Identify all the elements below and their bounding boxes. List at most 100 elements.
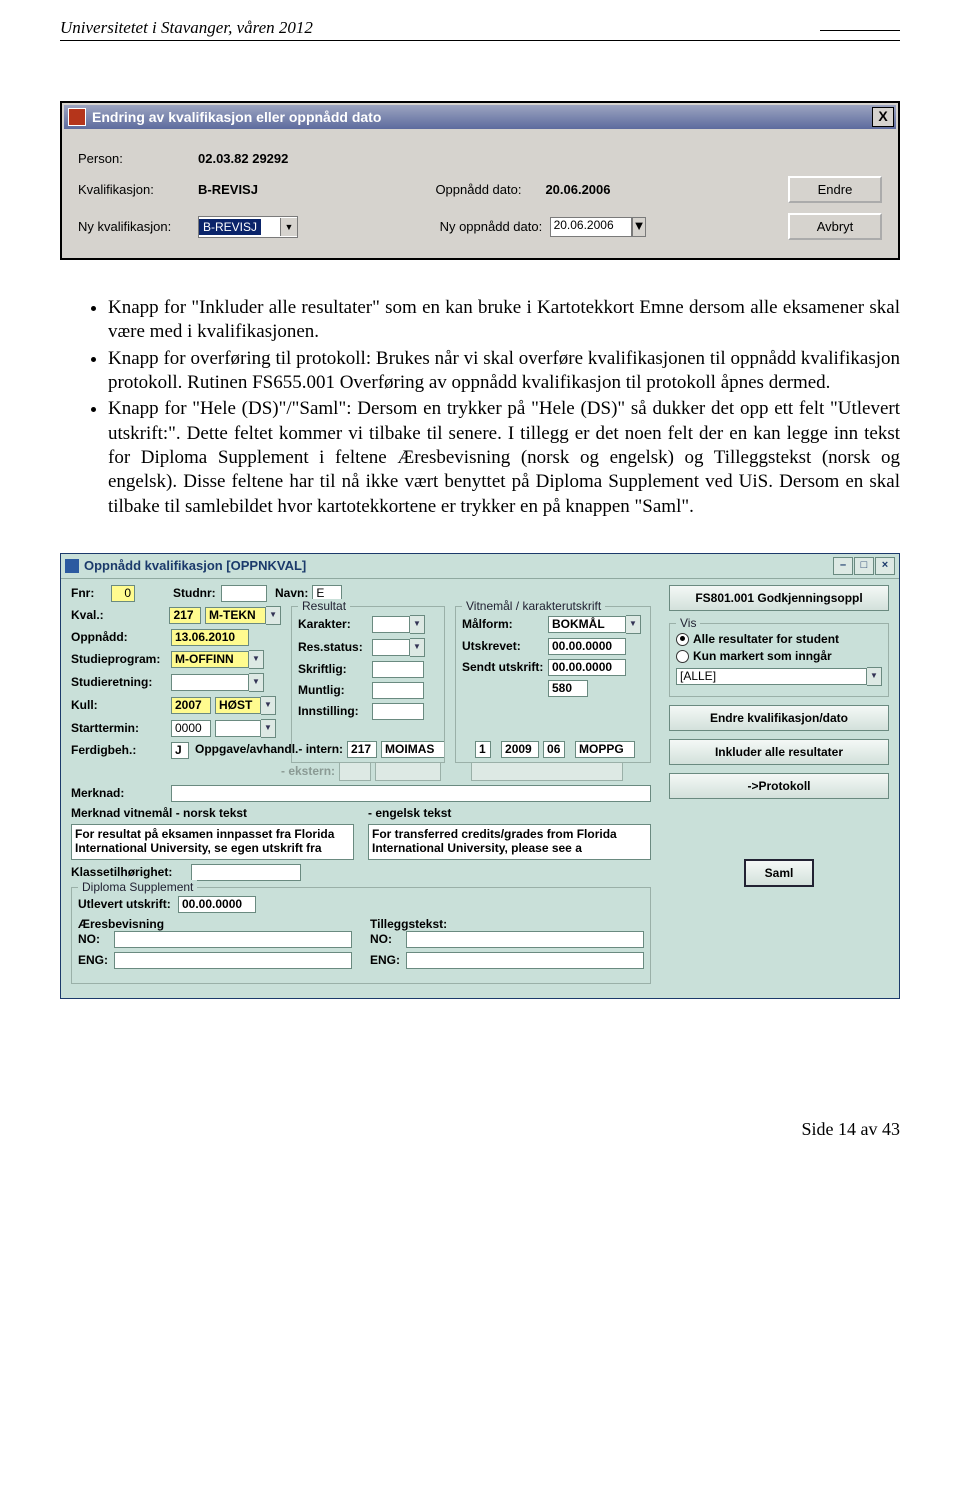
avbryt-button[interactable]: Avbryt: [788, 213, 882, 240]
chevron-down-icon[interactable]: ▼: [249, 650, 264, 669]
ekstern-input-1: [339, 762, 371, 781]
utlevert-label: Utlevert utskrift:: [78, 897, 178, 911]
oppnadd-label: Oppnådd:: [71, 630, 171, 644]
protokoll-button[interactable]: ->Protokoll: [669, 773, 889, 799]
radio-kun[interactable]: Kun markert som inngår: [676, 649, 882, 663]
endre-kval-button[interactable]: Endre kvalifikasjon/dato: [669, 705, 889, 731]
starttermin-input[interactable]: 0000: [171, 720, 211, 737]
fnr-input[interactable]: 0: [111, 585, 135, 602]
num-input[interactable]: 580: [548, 680, 588, 697]
alle-input[interactable]: [ALLE]: [676, 668, 867, 685]
merknad-input[interactable]: [171, 785, 651, 802]
utlevert-input[interactable]: 00.00.0000: [178, 896, 256, 913]
tillegg-no-input[interactable]: [406, 931, 644, 948]
chevron-down-icon[interactable]: ▼: [249, 673, 264, 692]
merknad-engelsk-textarea[interactable]: For transferred credits/grades from Flor…: [368, 824, 651, 860]
chevron-down-icon[interactable]: ▼: [266, 606, 281, 625]
ekstern-input-3: [471, 762, 623, 781]
starttermin-input-2[interactable]: [215, 720, 261, 737]
person-label: Person:: [78, 151, 198, 166]
ferdigbeh-input[interactable]: J: [171, 742, 189, 759]
nykval-combo[interactable]: B-REVISJ ▼: [198, 216, 298, 238]
saml-button[interactable]: Saml: [744, 859, 814, 887]
no-label-2: NO:: [370, 932, 406, 946]
studieretning-input[interactable]: [171, 674, 249, 691]
studnr-input[interactable]: [221, 585, 267, 602]
muntlig-input[interactable]: [372, 682, 424, 699]
chevron-down-icon[interactable]: ▼: [410, 615, 425, 634]
radio-alle[interactable]: Alle resultater for student: [676, 632, 882, 646]
diploma-group: Diploma Supplement Utlevert utskrift:00.…: [71, 887, 651, 984]
inkluder-button[interactable]: Inkluder alle resultater: [669, 739, 889, 765]
fs801-button[interactable]: FS801.001 Godkjenningsoppl: [669, 585, 889, 611]
sendtutskrift-input[interactable]: 00.00.0000: [548, 659, 626, 676]
chevron-down-icon[interactable]: ▼: [261, 719, 276, 738]
app-icon: [68, 108, 86, 126]
aeres-eng-input[interactable]: [114, 952, 352, 969]
endre-button[interactable]: Endre: [788, 176, 882, 203]
klasse-input[interactable]: [191, 864, 301, 881]
tillegg-eng-input[interactable]: [406, 952, 644, 969]
nykval-label: Ny kvalifikasjon:: [78, 219, 198, 234]
merknad-norsk-textarea[interactable]: For resultat på eksamen innpasset fra Fl…: [71, 824, 354, 860]
merknad-label: Merknad:: [71, 786, 171, 800]
skriftlig-label: Skriftlig:: [298, 662, 372, 676]
resstatus-input[interactable]: [372, 639, 410, 656]
kval-input-1[interactable]: 217: [169, 607, 201, 624]
eng-label: ENG:: [78, 953, 114, 967]
bullet-3: Knapp for "Hele (DS)"/"Saml": Dersom en …: [108, 397, 900, 519]
karakter-input[interactable]: [372, 616, 410, 633]
aeres-label: Æresbevisning: [78, 917, 352, 931]
ekstern-input-2: [375, 762, 441, 781]
kval-input-2[interactable]: M-TEKN: [205, 607, 266, 624]
app-icon: [65, 559, 79, 573]
nyoppdato-label: Ny oppnådd dato:: [440, 219, 550, 234]
dialog-title: Endring av kvalifikasjon eller oppnådd d…: [92, 109, 381, 125]
diploma-legend: Diploma Supplement: [78, 880, 197, 894]
oppdato-value: 20.06.2006: [545, 182, 610, 197]
skriftlig-input[interactable]: [372, 661, 424, 678]
vitnemal-group: Vitnemål / karakterutskrift Målform:BOKM…: [455, 606, 651, 763]
utskrevet-input[interactable]: 00.00.0000: [548, 638, 626, 655]
no-label: NO:: [78, 932, 114, 946]
fnr-label: Fnr:: [71, 586, 111, 600]
close-button[interactable]: ×: [875, 557, 895, 575]
chevron-down-icon[interactable]: ▼: [867, 667, 882, 686]
close-button[interactable]: X: [872, 107, 894, 127]
body-text: Knapp for "Inkluder alle resultater" som…: [60, 296, 900, 519]
dialog-oppnkval: Oppnådd kvalifikasjon [OPPNKVAL] – □ × F…: [60, 553, 900, 999]
klasse-label: Klassetilhørighet:: [71, 865, 191, 879]
malform-input[interactable]: BOKMÅL: [548, 616, 626, 633]
resultat-group: Resultat Karakter:▼ Res.status:▼ Skriftl…: [291, 606, 445, 763]
minimize-button[interactable]: –: [833, 557, 853, 575]
studieprogram-input[interactable]: M-OFFINN: [171, 651, 249, 668]
page-footer: Side 14 av 43: [60, 1119, 900, 1146]
merknad-norsk-label: Merknad vitnemål - norsk tekst: [71, 806, 354, 820]
kval-value: B-REVISJ: [198, 182, 258, 197]
chevron-down-icon[interactable]: ▼: [632, 217, 647, 237]
studieretning-label: Studieretning:: [71, 675, 171, 689]
vis-group: Vis Alle resultater for student Kun mark…: [669, 623, 889, 698]
bullet-1: Knapp for "Inkluder alle resultater" som…: [108, 296, 900, 345]
oppdato-label: Oppnådd dato:: [435, 182, 545, 197]
chevron-down-icon[interactable]: ▼: [626, 615, 641, 634]
kull-input-2[interactable]: HØST: [215, 697, 261, 714]
maximize-button[interactable]: □: [854, 557, 874, 575]
oppnadd-input[interactable]: 13.06.2010: [171, 629, 249, 646]
muntlig-label: Muntlig:: [298, 683, 372, 697]
dialog-endring: Endring av kvalifikasjon eller oppnådd d…: [60, 101, 900, 260]
header-left: Universitetet i Stavanger, våren 2012: [60, 18, 313, 38]
studnr-label: Studnr:: [173, 586, 221, 600]
kval-label: Kvalifikasjon:: [78, 182, 198, 197]
chevron-down-icon[interactable]: ▼: [410, 638, 425, 657]
aeres-no-input[interactable]: [114, 931, 352, 948]
innstilling-input[interactable]: [372, 703, 424, 720]
nyoppdato-input[interactable]: 20.06.2006: [550, 217, 632, 237]
chevron-down-icon[interactable]: ▼: [261, 696, 276, 715]
karakter-label: Karakter:: [298, 617, 372, 631]
merknad-engelsk-label: - engelsk tekst: [368, 806, 651, 820]
page-header: Universitetet i Stavanger, våren 2012: [60, 0, 900, 41]
dialog2-title: Oppnådd kvalifikasjon [OPPNKVAL]: [84, 558, 306, 573]
sendtutskrift-label: Sendt utskrift:: [462, 660, 548, 674]
kull-input-1[interactable]: 2007: [171, 697, 211, 714]
